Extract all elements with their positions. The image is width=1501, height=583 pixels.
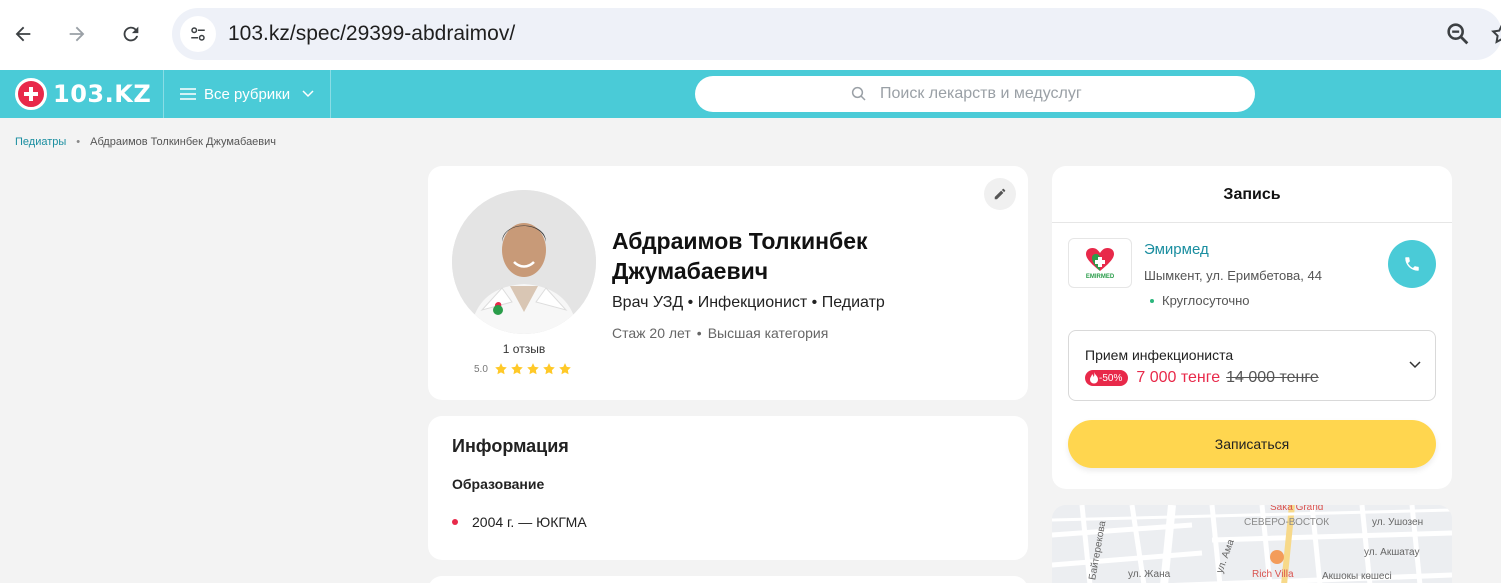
- star-icon: [511, 363, 523, 375]
- rating: 5.0: [474, 362, 572, 376]
- info-title: Информация: [452, 436, 569, 456]
- arrow-right-icon: [69, 26, 85, 42]
- search-box[interactable]: [695, 76, 1255, 112]
- meta-separator: •: [696, 325, 702, 341]
- breadcrumb: Педиатры • Абдраимов Толкинбек Джумабаев…: [15, 136, 276, 148]
- category: Высшая категория: [707, 325, 829, 341]
- breadcrumb-separator: •: [76, 136, 81, 148]
- rating-value: 5.0: [474, 363, 488, 375]
- star-icon: [495, 363, 507, 375]
- breadcrumb-current: Абдраимов Толкинбек Джумабаевич: [90, 136, 277, 148]
- clinic-logo[interactable]: EMIRMED: [1068, 238, 1132, 288]
- bookmark-star-icon[interactable]: [1490, 22, 1501, 46]
- price-new: 7 000 тенге: [1136, 369, 1221, 386]
- breadcrumb-link-pediatricians[interactable]: Педиатры: [15, 136, 66, 148]
- experience: Стаж 20 лет: [612, 325, 691, 341]
- url-text[interactable]: 103.kz/spec/29399-abdraimov/: [228, 22, 515, 46]
- search-icon: [851, 86, 866, 101]
- reload-icon: [123, 26, 139, 42]
- doctor-photo[interactable]: [452, 190, 596, 334]
- arrow-left-icon: [15, 26, 31, 42]
- star-icon: [543, 363, 555, 375]
- education-item: 2004 г. — ЮКГМА: [452, 514, 587, 530]
- zoom-icon[interactable]: [1444, 20, 1472, 48]
- discount-badge: -50%: [1085, 370, 1129, 386]
- map-label: Акшокы көшесі: [1322, 571, 1392, 582]
- heart-logo-icon: [1086, 247, 1114, 271]
- edit-button[interactable]: [984, 178, 1016, 210]
- map-label: Rich Villa: [1252, 569, 1294, 580]
- clinic-hours: Круглосуточно: [1150, 293, 1250, 308]
- search-input[interactable]: [880, 85, 1100, 103]
- logo-text: 103.KZ: [53, 80, 152, 108]
- chevron-down-icon: [302, 90, 314, 98]
- map-label: Saka Grand: [1270, 505, 1324, 513]
- site-header: 103.KZ Все рубрики: [0, 70, 1501, 118]
- reviews-count[interactable]: 1 отзыв: [452, 342, 596, 356]
- status-dot-icon: [1150, 298, 1154, 303]
- info-card: Информация Образование 2004 г. — ЮКГМА: [428, 416, 1028, 560]
- fire-icon: [1090, 372, 1098, 384]
- pencil-icon: [994, 188, 1006, 200]
- star-icon: [527, 363, 539, 375]
- education-item-text: 2004 г. — ЮКГМА: [472, 514, 587, 530]
- price-old: 14 000 тенге: [1226, 369, 1319, 386]
- chevron-down-icon: [1409, 361, 1421, 369]
- menu-icon: [180, 88, 196, 100]
- rubrics-label: Все рубрики: [204, 85, 291, 103]
- map[interactable]: Saka Grand СЕВЕРО-ВОСТОК ул. Ушозен ул. …: [1052, 505, 1452, 583]
- browser-toolbar: 103.kz/spec/29399-abdraimov/: [0, 0, 1501, 70]
- next-section-card: [428, 576, 1028, 583]
- divider: [1052, 222, 1452, 223]
- book-appointment-button[interactable]: Записаться: [1068, 420, 1436, 468]
- rating-stars: [494, 362, 572, 376]
- service-name: Прием инфекциониста: [1085, 347, 1234, 363]
- reload-button[interactable]: [114, 17, 148, 51]
- address-bar[interactable]: 103.kz/spec/29399-abdraimov/: [172, 8, 1501, 60]
- map-label: ул. Ушозен: [1372, 517, 1424, 528]
- forward-button[interactable]: [60, 17, 94, 51]
- map-label: СЕВЕРО-ВОСТОК: [1244, 517, 1330, 528]
- site-logo[interactable]: 103.KZ: [15, 78, 151, 110]
- discount-text: -50%: [1099, 372, 1123, 384]
- doctor-meta: Стаж 20 лет • Высшая категория: [612, 325, 828, 341]
- clinic-name-link[interactable]: Эмирмед: [1144, 241, 1209, 258]
- service-price: -50% 7 000 тенге 14 000 тенге: [1085, 369, 1319, 387]
- doctor-specialties: Врач УЗД • Инфекционист • Педиатр: [612, 294, 885, 311]
- map-label: ул. Жана: [1128, 569, 1171, 580]
- booking-title: Запись: [1223, 186, 1281, 203]
- all-rubrics-menu[interactable]: Все рубрики: [163, 70, 331, 118]
- phone-icon: [1405, 257, 1419, 271]
- doctor-name: Абдраимов Толкинбек Джумабаевич: [612, 228, 868, 284]
- service-select[interactable]: Прием инфекциониста -50% 7 000 тенге 14 …: [1068, 330, 1436, 401]
- site-settings-icon[interactable]: [180, 16, 216, 52]
- booking-card: Запись EMIRMED Эмирмед Шымкент, ул. Ерим…: [1052, 166, 1452, 489]
- star-icon: [559, 363, 571, 375]
- bullet-icon: [452, 519, 458, 525]
- doctor-profile-card: 1 отзыв 5.0 Абдраимов Толкинбек Джумабае…: [428, 166, 1028, 400]
- medical-cross-icon: [15, 78, 47, 110]
- clinic-logo-text: EMIRMED: [1085, 273, 1115, 280]
- clinic-address: Шымкент, ул. Еримбетова, 44: [1144, 268, 1322, 283]
- call-button[interactable]: [1388, 240, 1436, 288]
- clinic-hours-text: Круглосуточно: [1162, 293, 1250, 308]
- map-label: ул. Акшатау: [1364, 547, 1420, 558]
- back-button[interactable]: [6, 17, 40, 51]
- education-title: Образование: [452, 476, 545, 492]
